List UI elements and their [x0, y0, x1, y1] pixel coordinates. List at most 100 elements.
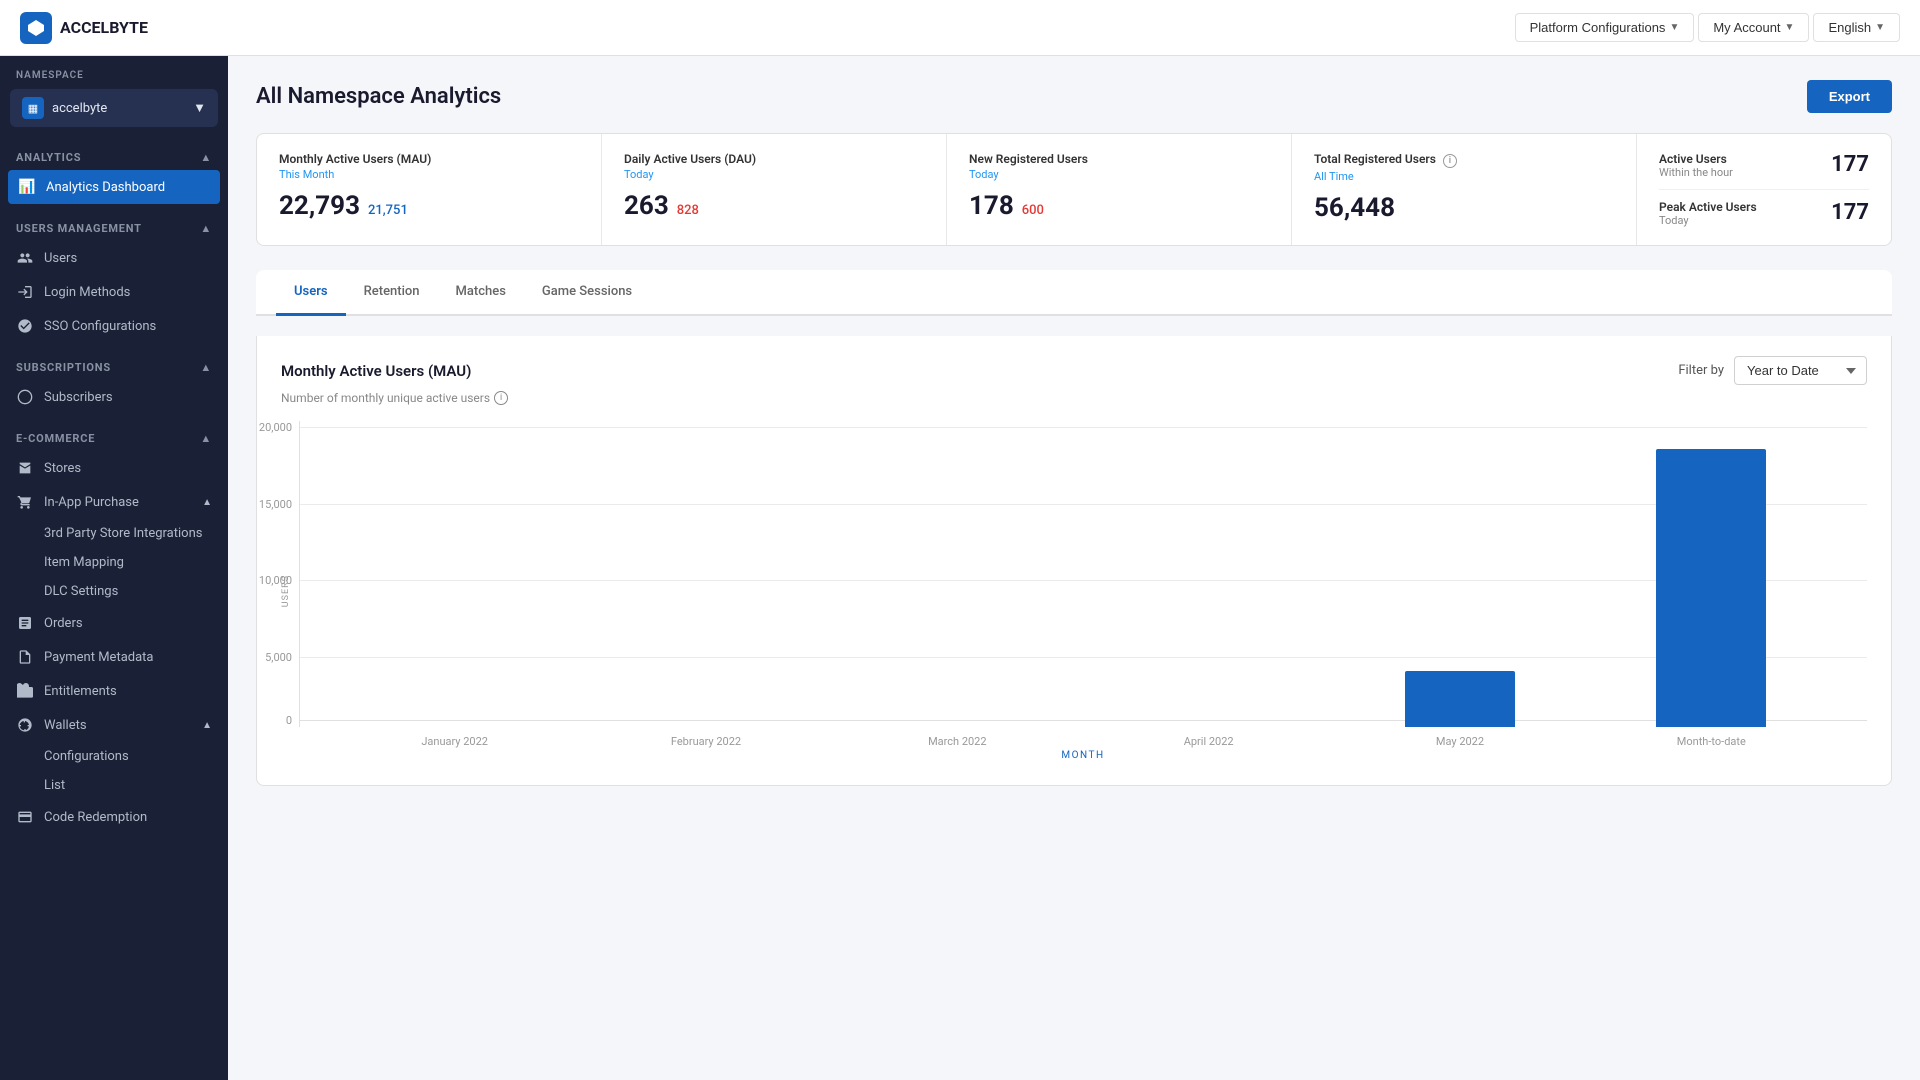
sidebar-item-list[interactable]: List: [0, 771, 228, 800]
sidebar-item-label: SSO Configurations: [44, 319, 156, 334]
stat-card-dau: Daily Active Users (DAU) Today 263 828: [602, 134, 947, 245]
chevron-down-icon: ▼: [1785, 22, 1795, 33]
active-users-val: 177: [1831, 152, 1869, 177]
bar-mtd: [1656, 449, 1766, 727]
sidebar-item-label: Configurations: [44, 749, 129, 764]
bar-chart: USERS 20,000 15,000: [281, 421, 1867, 761]
dau-value: 263 828: [624, 191, 924, 221]
sidebar-item-subscribers[interactable]: Subscribers: [0, 380, 228, 414]
topnav: ACCELBYTE Platform Configurations ▼ My A…: [0, 0, 1920, 56]
in-app-purchase-icon: [16, 493, 34, 511]
stat-card-active-peak: Active Users Within the hour 177 Peak Ac…: [1637, 134, 1891, 245]
chart-title: Monthly Active Users (MAU): [281, 362, 471, 380]
sidebar-section-header-users[interactable]: Users Management ▲: [0, 212, 228, 241]
subscribers-icon: [16, 388, 34, 406]
sidebar-item-sso[interactable]: SSO Configurations: [0, 309, 228, 343]
chart-header: Monthly Active Users (MAU) Filter by Yea…: [281, 356, 1867, 385]
sidebar-section-header-subscriptions[interactable]: Subscriptions ▲: [0, 351, 228, 380]
sidebar-item-stores[interactable]: Stores: [0, 451, 228, 485]
sidebar-item-label: DLC Settings: [44, 584, 118, 599]
export-button[interactable]: Export: [1807, 80, 1892, 113]
chevron-down-icon: ▼: [193, 100, 206, 116]
sidebar-item-label: Users: [44, 251, 77, 266]
x-label-apr: April 2022: [1154, 735, 1264, 748]
sidebar-item-label: Stores: [44, 461, 81, 476]
sidebar-item-payment-metadata[interactable]: Payment Metadata: [0, 640, 228, 674]
tab-retention[interactable]: Retention: [346, 270, 438, 316]
chart-area: 20,000 15,000 10,000: [299, 421, 1867, 761]
filter-by-container: Filter by Year to Date Last 12 Months La…: [1678, 356, 1867, 385]
new-users-subtitle: Today: [969, 168, 1269, 181]
users-icon: [16, 249, 34, 267]
bars-container: [300, 421, 1867, 727]
sidebar-item-analytics-dashboard[interactable]: 📊 Analytics Dashboard: [8, 170, 220, 204]
orders-icon: [16, 614, 34, 632]
language-button[interactable]: English ▼: [1813, 13, 1900, 42]
dau-title: Daily Active Users (DAU): [624, 152, 924, 166]
logo-text: ACCELBYTE: [60, 18, 148, 37]
filter-select[interactable]: Year to Date Last 12 Months Last 6 Month…: [1734, 356, 1867, 385]
bar-mtd-rect: [1656, 449, 1766, 727]
my-account-button[interactable]: My Account ▼: [1698, 13, 1809, 42]
chevron-down-icon: ▲: [202, 497, 212, 508]
peak-users-mini: Peak Active Users Today 177: [1659, 200, 1869, 227]
sidebar-item-wallets[interactable]: Wallets ▲: [0, 708, 228, 742]
sidebar-item-users[interactable]: Users: [0, 241, 228, 275]
sidebar-item-label: Payment Metadata: [44, 650, 154, 665]
sidebar-item-code-redemption[interactable]: Code Redemption: [0, 800, 228, 834]
active-users-sub: Within the hour: [1659, 166, 1733, 179]
tab-matches[interactable]: Matches: [438, 270, 524, 316]
x-label-may: May 2022: [1405, 735, 1515, 748]
logo: ACCELBYTE: [20, 12, 148, 44]
code-redemption-icon: [16, 808, 34, 826]
layout: NAMESPACE ▦ accelbyte ▼ Analytics ▲ 📊 An…: [0, 56, 1920, 1080]
sidebar-item-entitlements[interactable]: Entitlements: [0, 674, 228, 708]
namespace-label: NAMESPACE: [0, 56, 228, 89]
sidebar-item-orders[interactable]: Orders: [0, 606, 228, 640]
sidebar-section-analytics: Analytics ▲ 📊 Analytics Dashboard: [0, 141, 228, 212]
sidebar-section-header-ecommerce[interactable]: E-Commerce ▲: [0, 422, 228, 451]
sidebar-item-label: 3rd Party Store Integrations: [44, 526, 202, 541]
chevron-icon: ▲: [200, 361, 212, 374]
peak-users-val: 177: [1831, 200, 1869, 225]
logo-icon: [20, 12, 52, 44]
sidebar-item-label: Analytics Dashboard: [46, 180, 165, 195]
active-users-mini: Active Users Within the hour 177: [1659, 152, 1869, 179]
chart-grid: 20,000 15,000 10,000: [299, 421, 1867, 727]
sidebar-item-configurations[interactable]: Configurations: [0, 742, 228, 771]
chevron-icon: ▲: [200, 151, 212, 164]
platform-config-button[interactable]: Platform Configurations ▼: [1515, 13, 1695, 42]
chevron-icon: ▲: [200, 432, 212, 445]
sso-icon: [16, 317, 34, 335]
bar-may: [1405, 671, 1515, 727]
dau-subtitle: Today: [624, 168, 924, 181]
namespace-selector[interactable]: ▦ accelbyte ▼: [10, 89, 218, 127]
page-title: All Namespace Analytics: [256, 84, 501, 109]
total-users-subtitle: All Time: [1314, 170, 1614, 183]
sidebar-section-header-analytics[interactable]: Analytics ▲: [0, 141, 228, 170]
dau-prev: 828: [677, 203, 699, 218]
x-axis-title: MONTH: [299, 750, 1867, 761]
sidebar-item-item-mapping[interactable]: Item Mapping: [0, 548, 228, 577]
chevron-icon: ▲: [200, 222, 212, 235]
filter-by-label: Filter by: [1678, 363, 1724, 378]
namespace-icon: ▦: [22, 97, 44, 119]
mau-value: 22,793 21,751: [279, 191, 579, 221]
mau-subtitle: This Month: [279, 168, 579, 181]
sidebar-item-label: Login Methods: [44, 285, 130, 300]
stat-cards: Monthly Active Users (MAU) This Month 22…: [256, 133, 1892, 246]
active-users-label: Active Users: [1659, 152, 1733, 166]
sidebar-item-3rd-party-store[interactable]: 3rd Party Store Integrations: [0, 519, 228, 548]
sidebar-item-in-app-purchase[interactable]: In-App Purchase ▲: [0, 485, 228, 519]
sidebar-item-login-methods[interactable]: Login Methods: [0, 275, 228, 309]
x-label-jan: January 2022: [400, 735, 510, 748]
sidebar-section-ecommerce: E-Commerce ▲ Stores In-App Purchase ▲ 3r…: [0, 422, 228, 842]
sidebar-item-label: In-App Purchase: [44, 495, 139, 510]
tab-game-sessions[interactable]: Game Sessions: [524, 270, 650, 316]
tab-users[interactable]: Users: [276, 270, 346, 316]
sidebar-item-dlc-settings[interactable]: DLC Settings: [0, 577, 228, 606]
stores-icon: [16, 459, 34, 477]
stat-card-new-users: New Registered Users Today 178 600: [947, 134, 1292, 245]
sidebar-item-label: Orders: [44, 616, 83, 631]
stat-card-mau: Monthly Active Users (MAU) This Month 22…: [257, 134, 602, 245]
